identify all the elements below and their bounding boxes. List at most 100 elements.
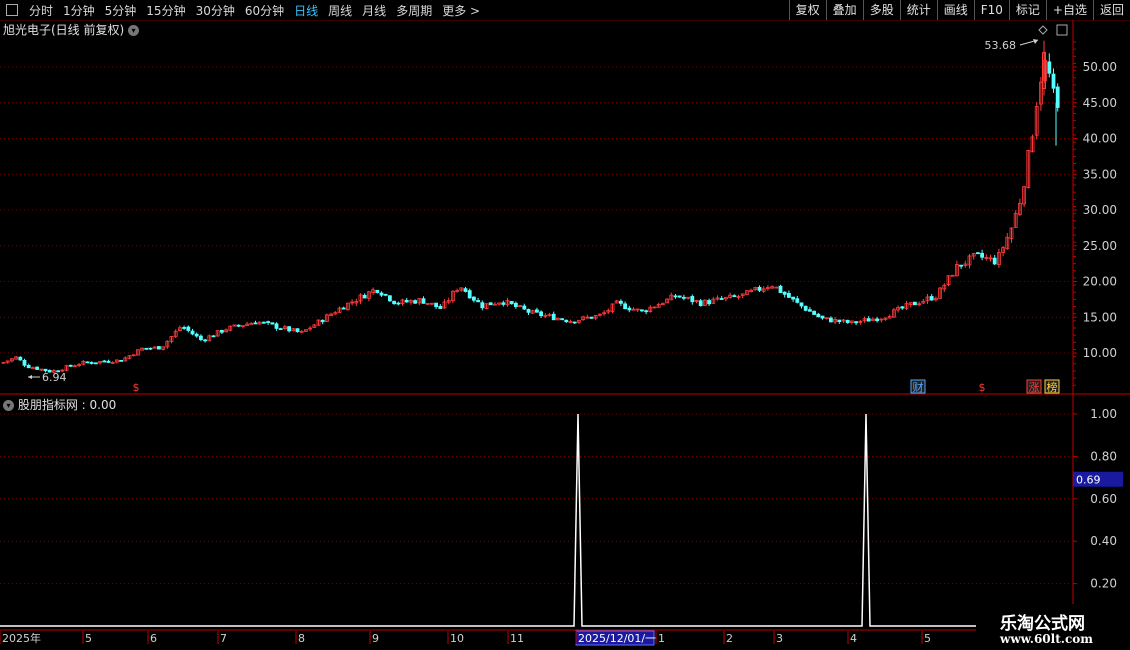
candle-body: [396, 302, 401, 305]
indicator-tick-label: 0.80: [1090, 449, 1117, 463]
candle-body: [261, 321, 266, 324]
candle-body: [799, 302, 804, 307]
x-tick-label: 3: [776, 632, 783, 645]
candle-body: [698, 300, 703, 307]
candle-body: [682, 296, 686, 299]
candle-body: [211, 335, 216, 338]
candle-body: [913, 301, 917, 306]
indicator-series: [0, 413, 976, 627]
indicator-title-label: 股朋指标网 : 0.00: [17, 398, 117, 412]
candle-body: [501, 302, 506, 305]
candle-body: [816, 313, 821, 318]
cursor-value-label: 0.69: [1076, 474, 1101, 487]
candle-body: [900, 306, 905, 309]
layout-icon: [1056, 24, 1068, 36]
chart-area[interactable]: 50.00 45.00 40.00 35.00 30.00 25.00 20.00 15.00…: [0, 0, 1130, 650]
x-tick-label: 5: [924, 632, 931, 645]
candle-body: [94, 362, 98, 365]
candle-body: [467, 290, 472, 299]
indicator-line: [0, 413, 976, 627]
x-tick-label: 6: [150, 632, 157, 645]
candle-body: [320, 319, 325, 323]
candle-body: [845, 319, 850, 324]
candle-body: [677, 295, 682, 298]
x-tick-label: 9: [372, 632, 379, 645]
price-tick-label: 35.00: [1083, 167, 1117, 181]
candle-body: [976, 252, 980, 255]
candle-body: [522, 305, 527, 310]
candle-body: [572, 321, 577, 324]
x-tick-label: 2: [726, 632, 733, 645]
candle-body: [1047, 61, 1052, 74]
candle-body: [719, 298, 724, 300]
candle-body: [707, 300, 711, 305]
candle-body: [488, 302, 493, 306]
candle-body: [203, 339, 208, 342]
candle-body: [959, 264, 963, 267]
candle-body: [929, 296, 934, 301]
low-price-label: 6.94: [42, 371, 67, 384]
candle-body: [808, 309, 812, 312]
x-tick-label: 1: [658, 632, 665, 645]
candle-body: [623, 303, 627, 310]
price-tick-label: 10.00: [1083, 346, 1117, 360]
candle-body: [778, 285, 783, 293]
candle-body: [148, 347, 153, 350]
indicator-tick-label: 0.60: [1090, 492, 1117, 506]
candle-body: [564, 319, 569, 323]
high-price-label: 53.68: [985, 39, 1017, 52]
x-axis: 2025年 5 6 7 8 9 10 11 2025/12/01/一 1 2 3 4 5: [0, 630, 931, 646]
candle-body: [992, 257, 997, 265]
event-markers: $ 财 $ 涨榜: [133, 379, 1060, 394]
event-marker: $: [979, 381, 986, 394]
candle-body: [421, 298, 426, 304]
candle-body: [182, 327, 187, 329]
diamond-icon: [1038, 25, 1048, 35]
candle-body: [18, 356, 23, 361]
candle-body: [539, 311, 543, 317]
price-tick-label: 20.00: [1083, 275, 1117, 289]
candle-body: [535, 309, 539, 313]
candle-body: [757, 286, 762, 291]
x-tick-label: 5: [85, 632, 92, 645]
event-marker: 涨: [1029, 381, 1040, 394]
chevron-down-icon[interactable]: ▾: [3, 400, 14, 411]
x-tick-label: 2025/12/01/一: [578, 632, 656, 645]
price-tick-label: 50.00: [1083, 60, 1117, 74]
candle-body: [236, 324, 241, 327]
candle-body: [690, 296, 695, 303]
candle-body: [375, 289, 380, 293]
candle-body: [387, 295, 392, 302]
x-tick-label: 11: [510, 632, 524, 645]
candle-body: [732, 295, 737, 298]
candle-body: [795, 298, 800, 303]
candle-body: [627, 307, 632, 311]
candle-body: [190, 330, 195, 335]
candle-body: [68, 364, 73, 367]
candle-body: [295, 328, 300, 333]
candle-body: [854, 321, 858, 324]
candle-body: [782, 291, 787, 295]
candle-body: [379, 292, 384, 296]
candle-body: [404, 299, 409, 303]
indicator-title[interactable]: ▾ 股朋指标网 : 0.00: [3, 396, 116, 413]
x-tick-label: 7: [220, 632, 227, 645]
x-tick-label: 8: [298, 632, 305, 645]
candle-body: [589, 316, 594, 319]
candle-body: [476, 300, 481, 303]
x-tick-label: 10: [450, 632, 464, 645]
price-tick-label: 25.00: [1083, 239, 1117, 253]
candle-body: [89, 362, 94, 364]
candle-body: [1051, 73, 1056, 89]
candle-body: [434, 302, 439, 308]
price-tick-label: 30.00: [1083, 203, 1117, 217]
candle-body: [266, 321, 271, 323]
candle-body: [26, 364, 31, 369]
candle-body: [644, 310, 648, 313]
indicator-tick-label: 0.40: [1090, 534, 1117, 548]
candle-body: [194, 333, 199, 337]
candle-body: [875, 318, 879, 322]
candle-body: [526, 309, 531, 313]
low-arrow-head: [28, 375, 32, 379]
candle-body: [640, 309, 644, 312]
